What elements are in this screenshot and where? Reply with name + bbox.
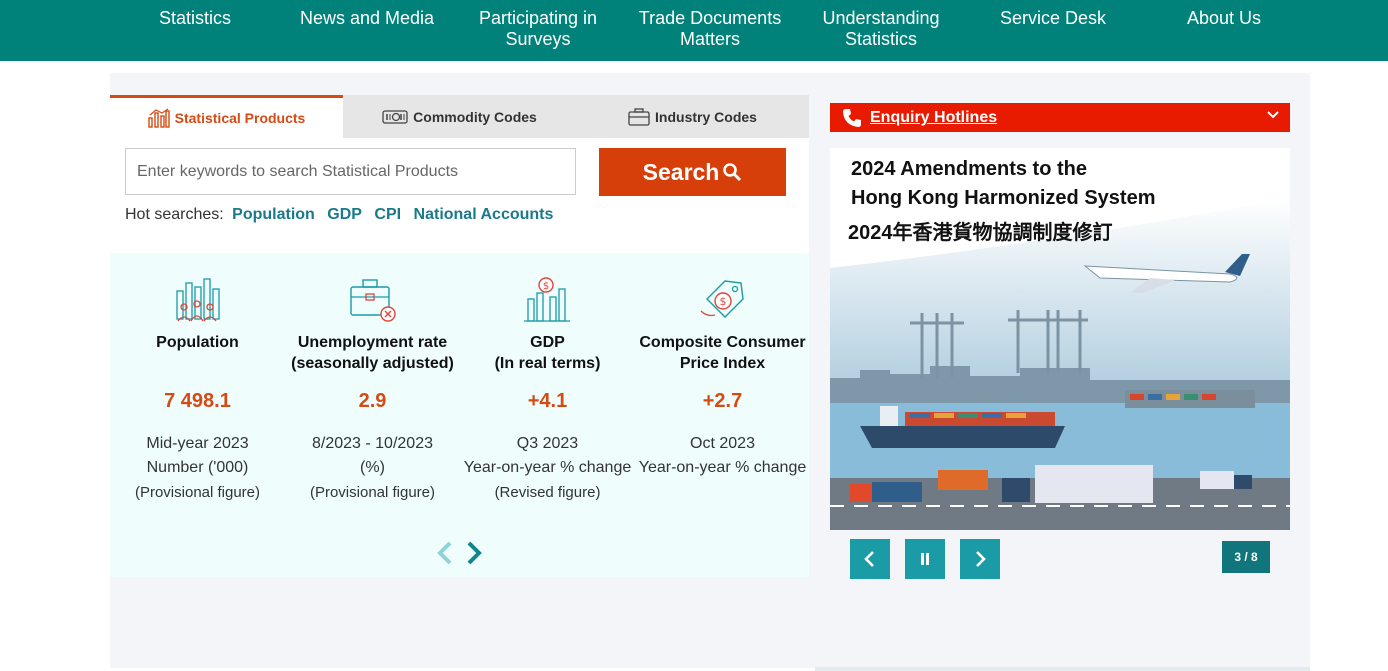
enquiry-hotlines-link[interactable]: Enquiry Hotlines <box>870 109 997 127</box>
stat-value: 7 498.1 <box>164 390 231 412</box>
stat-name: Unemployment rate (seasonally adjusted) <box>291 334 454 372</box>
hot-searches-label: Hot searches: <box>125 206 224 223</box>
search-button-label: Search <box>642 158 720 185</box>
price-tag-icon: $ <box>700 280 744 318</box>
search-tabs: Statistical Products Commodity Codes Ind… <box>110 95 809 138</box>
banner-title-line: 2024 Amendments to the <box>851 158 1087 180</box>
search-area: Search Hot searches: Population GDP CPI … <box>110 138 809 253</box>
nav-understanding-statistics[interactable]: Understanding Statistics <box>806 8 956 50</box>
nav-participating-in-surveys[interactable]: Participating in Surveys <box>463 8 613 50</box>
nav-label: News and Media <box>299 8 435 28</box>
stat-unit: (%) <box>360 459 385 476</box>
bottom-divider <box>815 667 1310 671</box>
magnifier-icon <box>723 163 742 182</box>
top-navigation: Statistics News and Media Participating … <box>0 0 1388 61</box>
hot-search-population[interactable]: Population <box>232 206 315 223</box>
nav-label: About Us <box>1186 8 1262 28</box>
nav-statistics[interactable]: Statistics <box>120 8 270 29</box>
svg-text:$: $ <box>720 295 727 308</box>
nav-trade-documents-matters[interactable]: Trade Documents Matters <box>635 8 785 50</box>
banner-title-line: 2024年香港貨物協調制度修訂 <box>848 222 1113 244</box>
chevron-right-icon[interactable] <box>464 540 484 566</box>
nav-label: Statistics <box>158 8 232 28</box>
nav-label: Service Desk <box>999 8 1107 28</box>
carousel-banner[interactable]: 2024 Amendments to the Hong Kong Harmoni… <box>830 148 1290 530</box>
stat-value: +2.7 <box>702 390 743 412</box>
stat-name: GDP (In real terms) <box>494 334 601 372</box>
bar-chart-icon <box>147 108 170 128</box>
hot-search-national-accounts[interactable]: National Accounts <box>414 206 554 223</box>
stat-period: Oct 2023 <box>690 435 755 452</box>
stat-name: Population <box>156 334 239 351</box>
carousel-prev-button[interactable] <box>850 539 890 579</box>
carousel-pause-button[interactable] <box>905 539 945 579</box>
stat-note: (Revised figure) <box>494 484 601 501</box>
stat-unit: Number ('000) <box>146 459 249 476</box>
nav-label: Understanding <box>822 8 940 28</box>
hot-searches: Hot searches: Population GDP CPI Nationa… <box>125 206 557 224</box>
carousel-counter: 3 / 8 <box>1222 541 1270 573</box>
stat-period: Mid-year 2023 <box>146 435 249 452</box>
nav-label: Trade Documents <box>638 8 782 28</box>
nav-about-us[interactable]: About Us <box>1149 8 1299 29</box>
stat-value: +4.1 <box>527 390 568 412</box>
hot-search-gdp[interactable]: GDP <box>327 206 362 223</box>
chevron-left-icon[interactable] <box>435 540 455 566</box>
nav-service-desk[interactable]: Service Desk <box>978 8 1128 29</box>
nav-news-and-media[interactable]: News and Media <box>292 8 442 29</box>
nav-label: Participating in <box>478 8 598 28</box>
svg-text:$: $ <box>543 281 549 292</box>
nav-label: Statistics <box>844 29 918 49</box>
pause-icon <box>921 553 929 565</box>
tab-industry-codes[interactable]: Industry Codes <box>576 95 809 138</box>
chevron-right-icon <box>976 551 986 567</box>
hot-search-cpi[interactable]: CPI <box>374 206 401 223</box>
banner-title-line: Hong Kong Harmonized System <box>851 187 1156 209</box>
briefcase-icon <box>628 107 650 126</box>
enquiry-hotlines-bar[interactable]: Enquiry Hotlines <box>830 103 1290 132</box>
stat-note: (Provisional figure) <box>309 484 436 501</box>
search-button[interactable]: Search <box>599 148 786 196</box>
dollar-chart-icon: $ <box>524 277 570 322</box>
tab-label: Statistical Products <box>174 110 306 126</box>
key-statistics: Population 7 498.1 Mid-year 2023 Number … <box>110 253 809 577</box>
chevron-left-icon <box>864 551 874 567</box>
tab-label: Commodity Codes <box>413 108 537 125</box>
stat-unit: Year-on-year % change <box>463 459 632 476</box>
stat-name: Composite Consumer Price Index <box>639 334 806 372</box>
nav-label: Matters <box>679 29 740 49</box>
stat-value: 2.9 <box>358 390 387 412</box>
tab-commodity-codes[interactable]: Commodity Codes <box>343 95 576 138</box>
tab-statistical-products[interactable]: Statistical Products <box>110 95 343 138</box>
stat-period: 8/2023 - 10/2023 <box>312 435 433 452</box>
population-icon <box>176 278 220 322</box>
carousel-next-button[interactable] <box>960 539 1000 579</box>
stat-note: (Provisional figure) <box>134 484 261 501</box>
stat-period: Q3 2023 <box>516 435 579 452</box>
briefcase-cancel-icon <box>350 279 396 322</box>
phone-icon <box>843 109 861 127</box>
tab-label: Industry Codes <box>655 108 757 125</box>
barcode-icon <box>382 109 408 124</box>
nav-label: Surveys <box>505 29 571 49</box>
stat-unit: Year-on-year % change <box>638 459 807 476</box>
search-input[interactable] <box>125 148 576 195</box>
chevron-down-icon <box>1267 111 1279 119</box>
